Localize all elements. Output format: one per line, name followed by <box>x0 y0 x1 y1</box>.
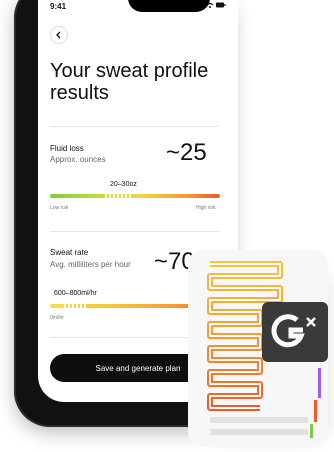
sweat-patch-illustration <box>188 250 334 447</box>
status-time: 9:41 <box>50 2 67 11</box>
fluid-loss-range-marker <box>105 194 133 198</box>
sweat-rate-unit: Avg. milliliters per hour <box>50 260 131 269</box>
sweat-rate-range: 600–800ml/hr <box>54 290 97 297</box>
low-risk-label: Low risk <box>50 205 69 211</box>
page-title: Your sweat profile results <box>50 60 209 104</box>
fluid-loss-bar <box>50 194 220 198</box>
back-button[interactable] <box>50 26 68 44</box>
gx-logo-icon <box>271 314 316 348</box>
phone-notch <box>128 0 210 12</box>
min-scale-label: 0ml/hr <box>50 315 64 321</box>
chevron-left-icon <box>56 31 61 39</box>
fluid-loss-label: Fluid loss <box>50 144 84 153</box>
fluid-loss-unit: Approx. ounces <box>50 155 106 164</box>
fluid-loss-range: 20–30oz <box>110 181 137 188</box>
fluid-loss-value: ~25 <box>166 139 207 166</box>
divider <box>50 126 220 127</box>
sweat-patch <box>188 250 328 447</box>
gx-logo-badge <box>262 302 328 362</box>
sweat-rate-label: Sweat rate <box>50 248 89 257</box>
sweat-rate-range-marker <box>64 304 86 308</box>
divider <box>50 231 220 232</box>
high-risk-label: High risk <box>196 205 216 211</box>
